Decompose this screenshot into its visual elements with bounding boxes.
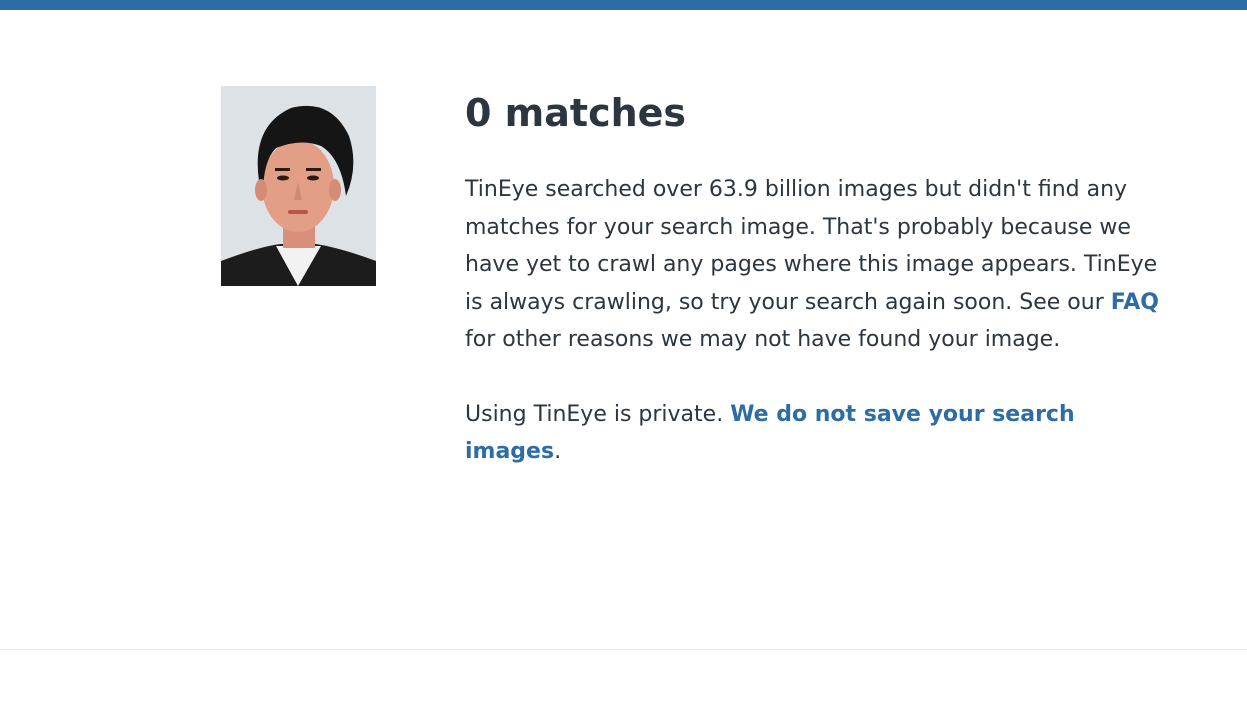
footer-divider (0, 649, 1247, 650)
privacy-text: Using TinEye is private. (465, 401, 731, 427)
no-match-message-text-end: for other reasons we may not have found … (465, 327, 1061, 352)
no-match-message: TinEye searched over 63.9 billion images… (465, 171, 1165, 359)
privacy-notice: Using TinEye is private. We do not save … (465, 396, 1165, 471)
privacy-period: . (554, 439, 562, 464)
top-accent-bar (0, 0, 1247, 10)
no-match-message-text: TinEye searched over 63.9 billion images… (465, 177, 1158, 315)
match-count-heading: 0 matches (465, 91, 687, 135)
faq-link[interactable]: FAQ (1111, 290, 1159, 315)
results-panel: 0 matches TinEye searched over 63.9 bill… (465, 88, 1165, 471)
search-image-thumbnail (221, 86, 376, 286)
